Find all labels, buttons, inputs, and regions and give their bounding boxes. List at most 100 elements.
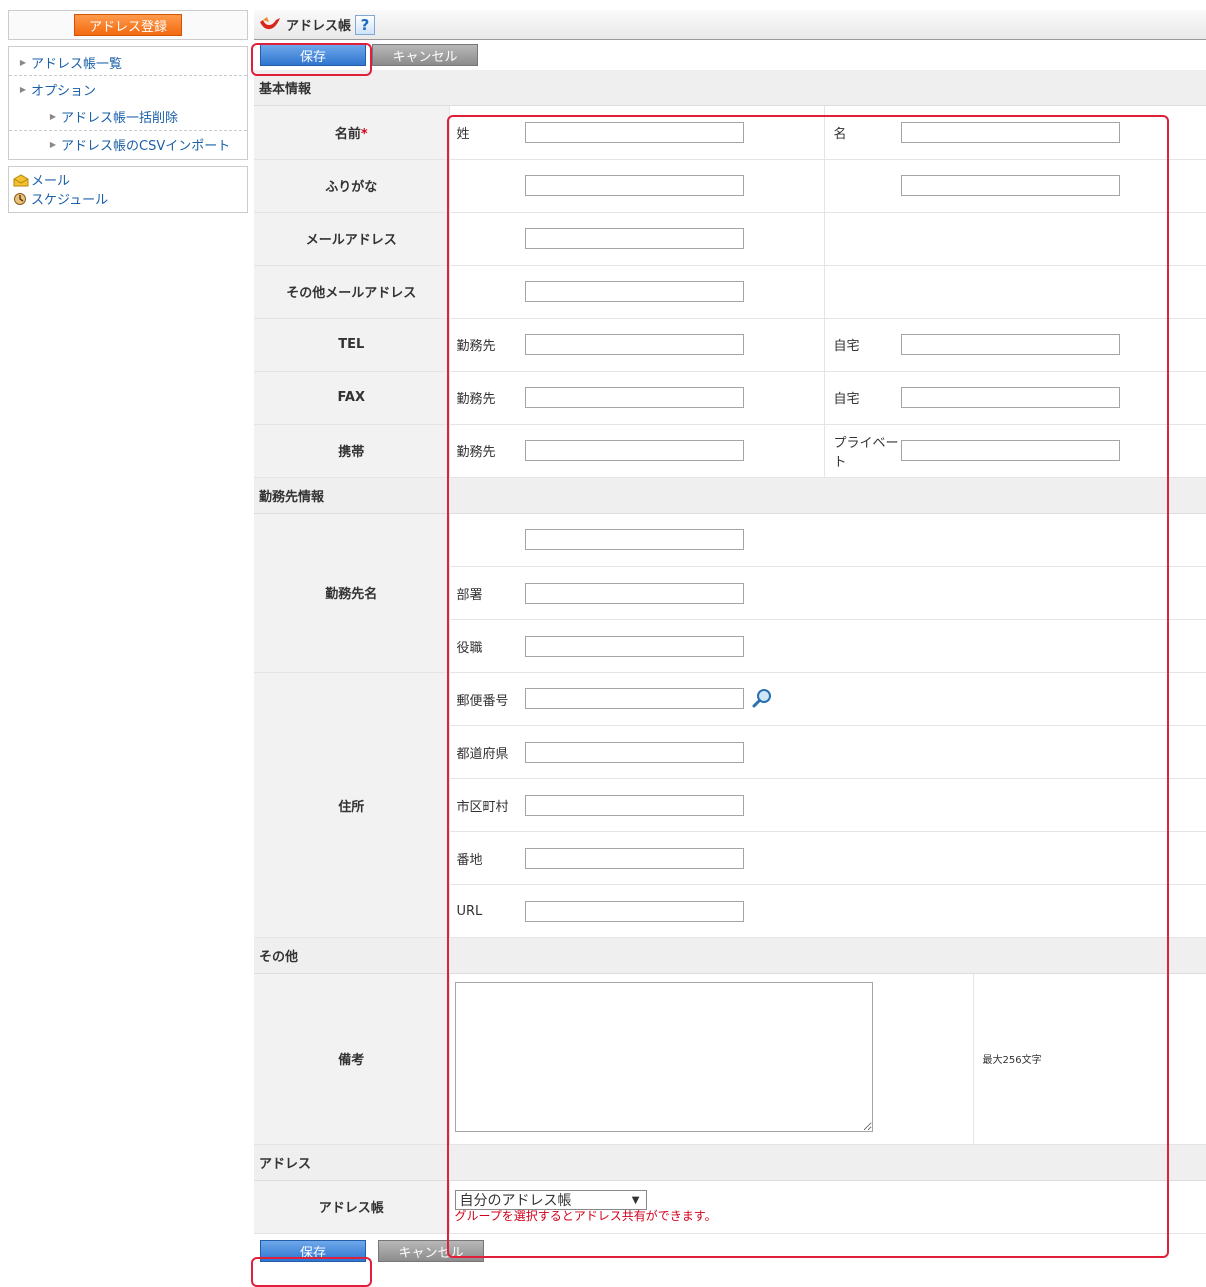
city-input[interactable]: [525, 794, 744, 816]
row-zip: 住所 郵便番号: [254, 672, 1206, 938]
sidebar-item-bulk-delete[interactable]: ▶ アドレス帳一括削除: [9, 103, 247, 130]
note-label: 備考: [254, 974, 450, 1145]
street-label: 番地: [449, 831, 525, 885]
mobile-private-label: プライベート: [823, 424, 901, 478]
save-button-bottom[interactable]: 保存: [260, 1240, 366, 1262]
first-name-input[interactable]: [901, 121, 1120, 143]
addressbook-hint: グループを選択するとアドレス共有ができます。: [454, 1209, 717, 1224]
mobile-private-input[interactable]: [901, 440, 1120, 461]
basic-info-table: 名前* 姓 名 ふりがな メールアドレス その他メールアドレス TEL 勤務先 …: [254, 106, 1206, 478]
department-input[interactable]: [525, 582, 744, 604]
sidebar-item-label: アドレス帳一括削除: [61, 111, 179, 126]
link-mail-label: メール: [31, 174, 71, 189]
row-furigana: ふりがな: [254, 159, 1206, 213]
dropdown-arrow-icon: ▼: [631, 1194, 640, 1206]
street-input[interactable]: [525, 847, 744, 869]
company-name-input[interactable]: [525, 529, 744, 551]
main-content: アドレス帳 ? 保存 キャンセル 基本情報 名前* 姓 名 ふりがな メールアド…: [254, 10, 1206, 1268]
mobile-work-input[interactable]: [525, 440, 744, 461]
tel-home-input[interactable]: [901, 334, 1120, 355]
other-email-label: その他メールアドレス: [254, 265, 450, 319]
tel-label: TEL: [254, 318, 450, 372]
cancel-button-top[interactable]: キャンセル: [372, 44, 478, 66]
mail-icon: [13, 173, 29, 187]
url-input[interactable]: [525, 900, 744, 922]
row-other-email: その他メールアドレス: [254, 265, 1206, 319]
link-mail[interactable]: メール: [13, 170, 243, 189]
link-schedule[interactable]: スケジュール: [13, 189, 243, 208]
addressbook-select[interactable]: 自分のアドレス帳 ▼: [454, 1190, 647, 1211]
mobile-label: 携帯: [254, 424, 450, 478]
other-table: 備考 最大256文字: [254, 974, 1206, 1145]
last-name-label: 姓: [449, 106, 525, 160]
triangle-right-icon: ▶: [49, 112, 57, 121]
sidebar-item-csv-import[interactable]: ▶ アドレス帳のCSVインポート: [9, 130, 247, 157]
furigana-first-input[interactable]: [901, 175, 1120, 196]
app-links: メール スケジュール: [8, 166, 248, 213]
email-input[interactable]: [525, 228, 744, 249]
fax-label: FAX: [254, 371, 450, 425]
department-label: 部署: [449, 566, 525, 620]
triangle-right-icon: ▶: [49, 139, 57, 149]
prefecture-label: 都道府県: [449, 725, 525, 779]
help-icon[interactable]: ?: [355, 14, 376, 35]
position-input[interactable]: [525, 635, 744, 657]
last-name-input[interactable]: [525, 121, 744, 143]
schedule-icon: [13, 192, 29, 206]
top-button-bar: 保存 キャンセル: [254, 40, 1206, 70]
furigana-last-input[interactable]: [525, 175, 744, 196]
fax-home-label: 自宅: [823, 371, 901, 425]
row-name: 名前* 姓 名: [254, 106, 1206, 160]
row-note: 備考 最大256文字: [254, 974, 1206, 1145]
sidebar-menu: ▶ アドレス帳一覧 ▶ オプション ▶ アドレス帳一括削除 ▶ アドレス帳のCS…: [8, 46, 248, 160]
section-basic-info: 基本情報: [254, 70, 1206, 106]
address-label: 住所: [254, 672, 450, 938]
tel-work-input[interactable]: [525, 334, 744, 355]
row-email: メールアドレス: [254, 212, 1206, 266]
page-title: アドレス帳: [286, 19, 352, 34]
bottom-button-bar: 保存 キャンセル: [254, 1234, 1206, 1268]
other-email-input[interactable]: [525, 281, 744, 302]
zip-input[interactable]: [525, 688, 744, 709]
row-tel: TEL 勤務先 自宅: [254, 318, 1206, 372]
url-label: URL: [449, 884, 525, 938]
section-address: アドレス: [254, 1144, 1206, 1181]
work-info-table: 勤務先名 部署 役職 住所 郵便番号 都道府県 市区町村 番地 URL: [254, 513, 1206, 938]
name-label-text: 名前: [334, 126, 361, 142]
row-addressbook: アドレス帳 自分のアドレス帳 ▼ グループを選択するとアドレス共有ができます。: [254, 1180, 1206, 1234]
mobile-work-label: 勤務先: [449, 424, 525, 478]
cancel-button-bottom[interactable]: キャンセル: [378, 1240, 484, 1262]
save-button-top[interactable]: 保存: [260, 44, 366, 66]
row-company-name: 勤務先名: [254, 513, 1206, 673]
email-label: メールアドレス: [254, 212, 450, 266]
required-mark: *: [360, 126, 368, 142]
city-label: 市区町村: [449, 778, 525, 832]
sidebar-item-label: オプション: [31, 84, 97, 99]
tel-home-label: 自宅: [823, 318, 901, 372]
fax-home-input[interactable]: [901, 387, 1120, 408]
search-icon[interactable]: [751, 688, 773, 710]
triangle-right-icon: ▶: [19, 85, 27, 94]
sidebar-item-address-list[interactable]: ▶ アドレス帳一覧: [9, 49, 247, 76]
max-length-hint: 最大256文字: [972, 974, 1206, 1145]
furigana-label: ふりがな: [254, 159, 450, 213]
fax-work-input[interactable]: [525, 387, 744, 408]
prefecture-input[interactable]: [525, 741, 744, 763]
register-address-button[interactable]: アドレス登録: [74, 14, 182, 36]
position-label: 役職: [449, 619, 525, 673]
title-bar: アドレス帳 ?: [254, 10, 1206, 40]
sidebar-item-label: アドレス帳のCSVインポート: [61, 138, 231, 154]
company-label: 勤務先名: [254, 513, 450, 673]
tel-work-label: 勤務先: [449, 318, 525, 372]
addressbook-app-icon: [258, 14, 282, 36]
addressbook-label: アドレス帳: [254, 1180, 450, 1234]
triangle-right-icon: ▶: [19, 57, 27, 67]
name-label: 名前*: [254, 106, 450, 160]
section-work-info: 勤務先情報: [254, 477, 1206, 514]
row-mobile: 携帯 勤務先 プライベート: [254, 424, 1206, 478]
mobile-private-text: プライベート: [833, 435, 899, 470]
sidebar: アドレス登録 ▶ アドレス帳一覧 ▶ オプション ▶ アドレス帳一括削除 ▶ ア…: [8, 10, 248, 213]
sidebar-item-options[interactable]: ▶ オプション: [9, 76, 247, 103]
note-textarea[interactable]: [454, 981, 873, 1132]
link-schedule-label: スケジュール: [31, 193, 109, 208]
